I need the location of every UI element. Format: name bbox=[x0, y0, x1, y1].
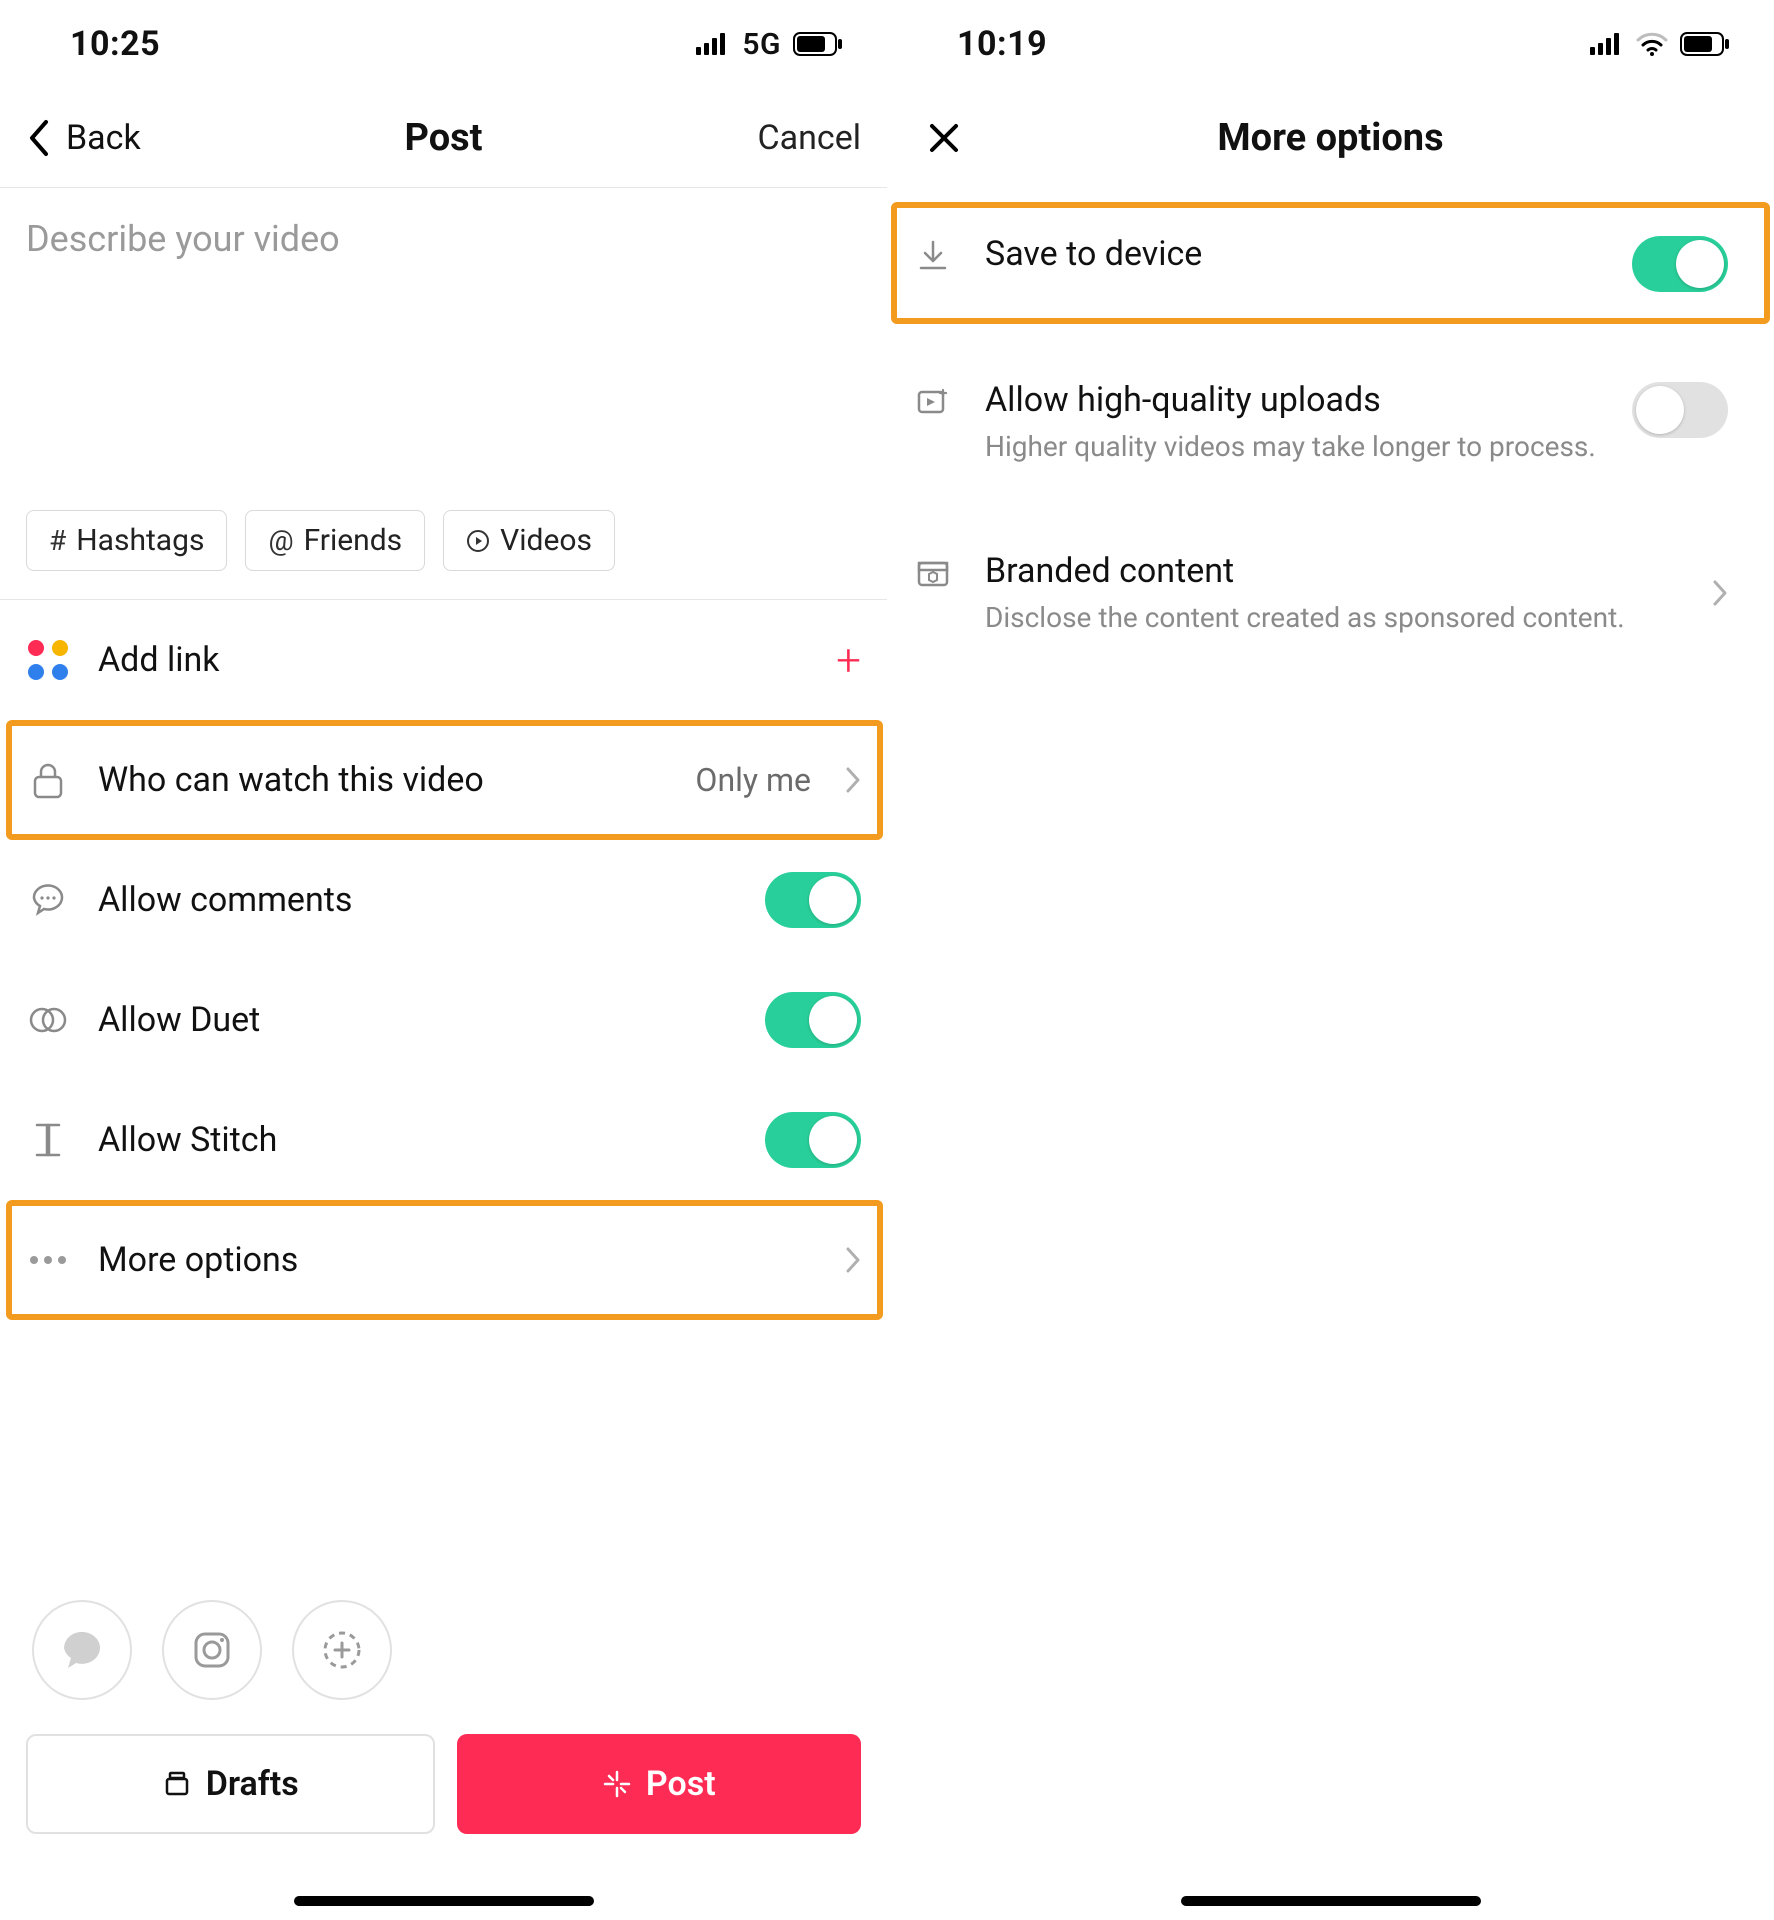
status-bar: 10:19 bbox=[887, 0, 1774, 88]
comment-icon bbox=[26, 882, 70, 918]
status-bar: 10:25 5G bbox=[0, 0, 887, 88]
share-chat-button[interactable] bbox=[32, 1600, 132, 1700]
row-label: Add link bbox=[98, 640, 808, 680]
option-label: Allow high-quality uploads bbox=[985, 380, 1602, 420]
caption-placeholder: Describe your video bbox=[26, 218, 861, 260]
allow-duet-toggle[interactable] bbox=[765, 992, 861, 1048]
friends-chip[interactable]: @ Friends bbox=[245, 510, 425, 571]
caption-tools-row: # Hashtags @ Friends Videos bbox=[0, 510, 887, 599]
option-description: Disclose the content created as sponsore… bbox=[985, 601, 1682, 634]
wifi-icon bbox=[1636, 32, 1668, 56]
cancel-label: Cancel bbox=[758, 118, 862, 158]
post-label: Post bbox=[646, 1764, 716, 1804]
allow-stitch-row[interactable]: Allow Stitch bbox=[0, 1080, 887, 1200]
post-screen: 10:25 5G Back Post Cancel bbox=[0, 0, 887, 1920]
post-button[interactable]: Post bbox=[457, 1734, 862, 1834]
branded-content-icon bbox=[911, 555, 955, 591]
plus-icon: + bbox=[836, 634, 861, 686]
back-button[interactable]: Back bbox=[26, 118, 141, 158]
row-value: Only me bbox=[695, 761, 811, 799]
home-indicator bbox=[1181, 1896, 1481, 1906]
cellular-signal-icon bbox=[1590, 33, 1624, 55]
stitch-icon bbox=[26, 1121, 70, 1159]
post-icon bbox=[602, 1769, 632, 1799]
nav-bar: Back Post Cancel bbox=[0, 88, 887, 188]
bottom-bar: Drafts Post bbox=[0, 1580, 887, 1920]
download-icon bbox=[911, 238, 955, 274]
add-link-row[interactable]: Add link + bbox=[0, 600, 887, 720]
hq-uploads-toggle[interactable] bbox=[1632, 382, 1728, 438]
drafts-icon bbox=[162, 1769, 192, 1799]
network-label: 5G bbox=[742, 27, 781, 62]
row-label: Allow Duet bbox=[98, 1000, 737, 1040]
row-label: Allow comments bbox=[98, 880, 737, 920]
hq-uploads-row[interactable]: Allow high-quality uploads Higher qualit… bbox=[887, 354, 1774, 489]
battery-icon bbox=[1680, 32, 1730, 56]
lock-icon bbox=[26, 761, 70, 799]
chevron-right-icon bbox=[845, 766, 861, 794]
hq-upload-icon bbox=[911, 384, 955, 420]
chip-label: Videos bbox=[500, 523, 592, 558]
more-options-icon bbox=[26, 1256, 70, 1264]
allow-comments-row[interactable]: Allow comments bbox=[0, 840, 887, 960]
drafts-button[interactable]: Drafts bbox=[26, 1734, 435, 1834]
hash-icon: # bbox=[49, 524, 66, 557]
drafts-label: Drafts bbox=[206, 1764, 299, 1804]
chevron-right-icon bbox=[1712, 579, 1728, 607]
home-indicator bbox=[294, 1896, 594, 1906]
who-can-watch-row[interactable]: Who can watch this video Only me bbox=[0, 720, 887, 840]
share-instagram-button[interactable] bbox=[162, 1600, 262, 1700]
play-circle-icon bbox=[466, 529, 490, 553]
caption-field[interactable]: Describe your video bbox=[0, 188, 887, 510]
videos-chip[interactable]: Videos bbox=[443, 510, 615, 571]
chip-label: Hashtags bbox=[76, 523, 204, 558]
more-options-screen: 10:19 More options bbox=[887, 0, 1774, 1920]
allow-stitch-toggle[interactable] bbox=[765, 1112, 861, 1168]
close-icon bbox=[927, 121, 961, 155]
more-options-row[interactable]: More options bbox=[0, 1200, 887, 1320]
back-label: Back bbox=[66, 118, 141, 158]
row-label: More options bbox=[98, 1240, 811, 1280]
cancel-button[interactable]: Cancel bbox=[758, 118, 862, 158]
save-to-device-toggle[interactable] bbox=[1632, 236, 1728, 292]
at-icon: @ bbox=[268, 524, 293, 557]
close-button[interactable] bbox=[913, 121, 961, 155]
allow-comments-toggle[interactable] bbox=[765, 872, 861, 928]
status-time: 10:25 bbox=[70, 24, 160, 64]
save-to-device-row[interactable]: Save to device bbox=[887, 208, 1774, 318]
row-label: Who can watch this video bbox=[98, 760, 667, 800]
allow-duet-row[interactable]: Allow Duet bbox=[0, 960, 887, 1080]
duet-icon bbox=[26, 1005, 70, 1035]
option-description: Higher quality videos may take longer to… bbox=[985, 430, 1602, 463]
row-label: Allow Stitch bbox=[98, 1120, 737, 1160]
option-label: Save to device bbox=[985, 234, 1602, 274]
cellular-signal-icon bbox=[696, 33, 730, 55]
share-stories-button[interactable] bbox=[292, 1600, 392, 1700]
branded-content-row[interactable]: Branded content Disclose the content cre… bbox=[887, 525, 1774, 660]
hashtags-chip[interactable]: # Hashtags bbox=[26, 510, 227, 571]
option-label: Branded content bbox=[985, 551, 1682, 591]
page-title: More options bbox=[887, 116, 1774, 160]
link-colored-icon bbox=[26, 640, 70, 680]
chevron-left-icon bbox=[26, 118, 50, 158]
nav-bar: More options bbox=[887, 88, 1774, 188]
chevron-right-icon bbox=[845, 1246, 861, 1274]
battery-icon bbox=[793, 32, 843, 56]
status-time: 10:19 bbox=[957, 24, 1047, 64]
chip-label: Friends bbox=[304, 523, 403, 558]
